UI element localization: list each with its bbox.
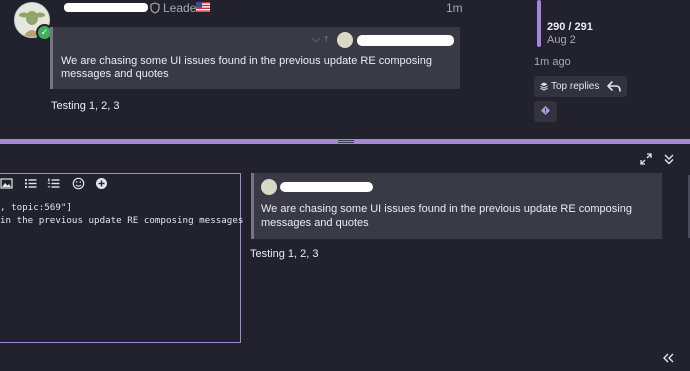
reply-icon: [607, 81, 621, 92]
quote-text: We are chasing some UI issues found in t…: [61, 55, 432, 80]
reply-button[interactable]: [602, 76, 627, 97]
username-redacted[interactable]: [64, 3, 148, 12]
timeline-ago: 1m ago: [534, 56, 571, 68]
composer-editor[interactable]: [0, 173, 241, 343]
editor-line: , topic:569"]: [0, 202, 72, 213]
quote-avatar: [337, 32, 353, 48]
plus-circle-icon[interactable]: [95, 177, 108, 190]
arrow-up-icon[interactable]: ↑: [323, 33, 329, 45]
preview-body: Testing 1, 2, 3: [250, 248, 319, 260]
preview-quote-avatar: [261, 179, 277, 195]
top-replies-label: Top replies: [551, 81, 600, 92]
chevron-down-icon[interactable]: ⌵: [312, 33, 320, 45]
preview-quote-text: We are chasing some UI issues found in t…: [261, 203, 632, 229]
numbered-list-icon[interactable]: [47, 177, 60, 190]
expand-icon[interactable]: [640, 153, 652, 165]
quote-username-redacted: [357, 35, 454, 46]
double-chevron-left-icon[interactable]: [661, 352, 675, 364]
timeline-date: Aug 2: [547, 34, 576, 46]
timeline-count: 290 / 291: [547, 21, 593, 33]
composer-grippie[interactable]: [338, 140, 354, 143]
us-flag-icon: [196, 2, 210, 12]
emoji-icon[interactable]: [72, 177, 85, 190]
user-flair: Leader: [163, 1, 201, 15]
image-icon[interactable]: [0, 177, 13, 190]
preview-username-redacted: [280, 182, 373, 192]
editor-line: in the previous update RE composing mess…: [0, 215, 244, 226]
shield-icon: [150, 2, 160, 14]
timeline-scroller[interactable]: [537, 0, 541, 47]
flag-button[interactable]: [534, 101, 557, 122]
bullet-list-icon[interactable]: [24, 177, 37, 190]
editor-text[interactable]: , topic:569"] in the previous update RE c…: [0, 201, 243, 227]
post-body: Testing 1, 2, 3: [51, 100, 120, 112]
flag-icon: [541, 106, 550, 115]
collapse-icon[interactable]: [663, 153, 675, 165]
post-age[interactable]: 1m: [446, 1, 463, 15]
quote-nav[interactable]: ⌵ ↑: [312, 33, 329, 46]
stack-icon: [540, 82, 548, 91]
